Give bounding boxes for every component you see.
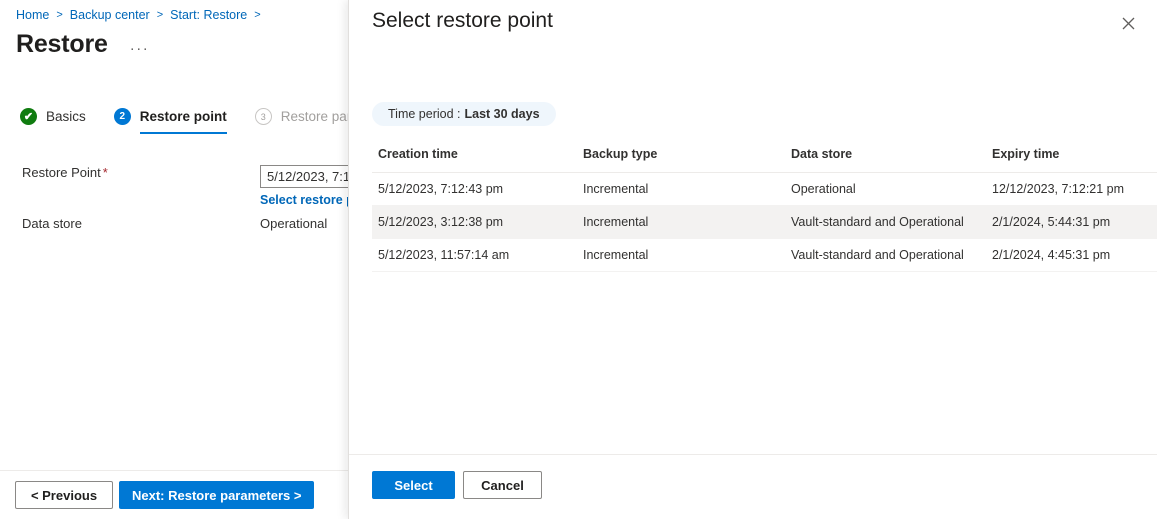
breadcrumb-item-backup-center[interactable]: Backup center (70, 8, 150, 22)
column-header-creation-time[interactable]: Creation time (372, 143, 577, 173)
wizard-footer: < Previous Next: Restore parameters > (0, 470, 348, 519)
panel-footer: Select Cancel (349, 454, 1157, 519)
more-options-icon[interactable]: ··· (130, 32, 150, 57)
breadcrumb-item-home[interactable]: Home (16, 8, 49, 22)
cell-creation-time: 5/12/2023, 11:57:14 am (372, 238, 577, 272)
cell-data-store: Vault-standard and Operational (785, 238, 986, 272)
table-row[interactable]: 5/12/2023, 3:12:38 pm Incremental Vault-… (372, 205, 1157, 239)
cell-expiry-time: 2/1/2024, 4:45:31 pm (986, 238, 1157, 272)
cell-expiry-time: 12/12/2023, 7:12:21 pm (986, 172, 1157, 206)
table-row[interactable]: 5/12/2023, 11:57:14 am Incremental Vault… (372, 238, 1157, 272)
cell-backup-type: Incremental (577, 238, 785, 272)
breadcrumb-item-start-restore[interactable]: Start: Restore (170, 8, 247, 22)
required-indicator: * (102, 165, 108, 180)
cell-data-store: Vault-standard and Operational (785, 205, 986, 239)
table-header-row: Creation time Backup type Data store Exp… (372, 143, 1157, 173)
cell-backup-type: Incremental (577, 205, 785, 239)
table-header: Creation time Backup type Data store Exp… (372, 143, 1157, 173)
restore-point-label-text: Restore Point (22, 165, 101, 180)
time-period-label: Time period : (388, 107, 461, 121)
column-header-data-store[interactable]: Data store (785, 143, 986, 173)
cancel-button[interactable]: Cancel (463, 471, 542, 499)
data-store-label: Data store (22, 216, 82, 231)
restore-points-table: Creation time Backup type Data store Exp… (372, 143, 1157, 272)
time-period-filter[interactable]: Time period : Last 30 days (372, 102, 556, 126)
time-period-value: Last 30 days (464, 107, 540, 121)
table-body: 5/12/2023, 7:12:43 pm Incremental Operat… (372, 172, 1157, 272)
step-number-badge: 3 (254, 108, 272, 125)
next-restore-parameters-button[interactable]: Next: Restore parameters > (119, 481, 314, 509)
cell-creation-time: 5/12/2023, 7:12:43 pm (372, 172, 577, 206)
cell-backup-type: Incremental (577, 172, 785, 206)
table-row[interactable]: 5/12/2023, 7:12:43 pm Incremental Operat… (372, 172, 1157, 206)
column-header-expiry-time[interactable]: Expiry time (986, 143, 1157, 173)
breadcrumb-separator-icon: > (254, 9, 261, 21)
tab-restore-point-label: Restore point (139, 109, 227, 124)
step-number-badge: 2 (113, 108, 131, 125)
column-header-backup-type[interactable]: Backup type (577, 143, 785, 173)
panel-title: Select restore point (372, 9, 553, 32)
cell-data-store: Operational (785, 172, 986, 206)
data-store-value: Operational (260, 216, 328, 231)
check-circle-icon: ✔ (20, 108, 37, 125)
data-store-field-row: Data store Operational (22, 216, 327, 231)
page-title-row: Restore ··· (16, 30, 149, 59)
select-restore-point-panel: Select restore point Time period : Last … (348, 0, 1157, 519)
cell-creation-time: 5/12/2023, 3:12:38 pm (372, 205, 577, 239)
tab-basics-label: Basics (46, 109, 86, 124)
close-icon[interactable] (1117, 12, 1139, 34)
tab-restore-point[interactable]: 2 Restore point (113, 108, 227, 134)
breadcrumb: Home > Backup center > Start: Restore > (16, 8, 268, 22)
tab-basics[interactable]: ✔ Basics (20, 108, 86, 134)
select-button[interactable]: Select (372, 471, 455, 499)
previous-button[interactable]: < Previous (15, 481, 113, 509)
breadcrumb-separator-icon: > (156, 9, 164, 21)
page-title: Restore (16, 30, 108, 58)
cell-expiry-time: 2/1/2024, 5:44:31 pm (986, 205, 1157, 239)
restore-point-label: Restore Point * (22, 165, 260, 180)
breadcrumb-separator-icon: > (56, 9, 63, 21)
